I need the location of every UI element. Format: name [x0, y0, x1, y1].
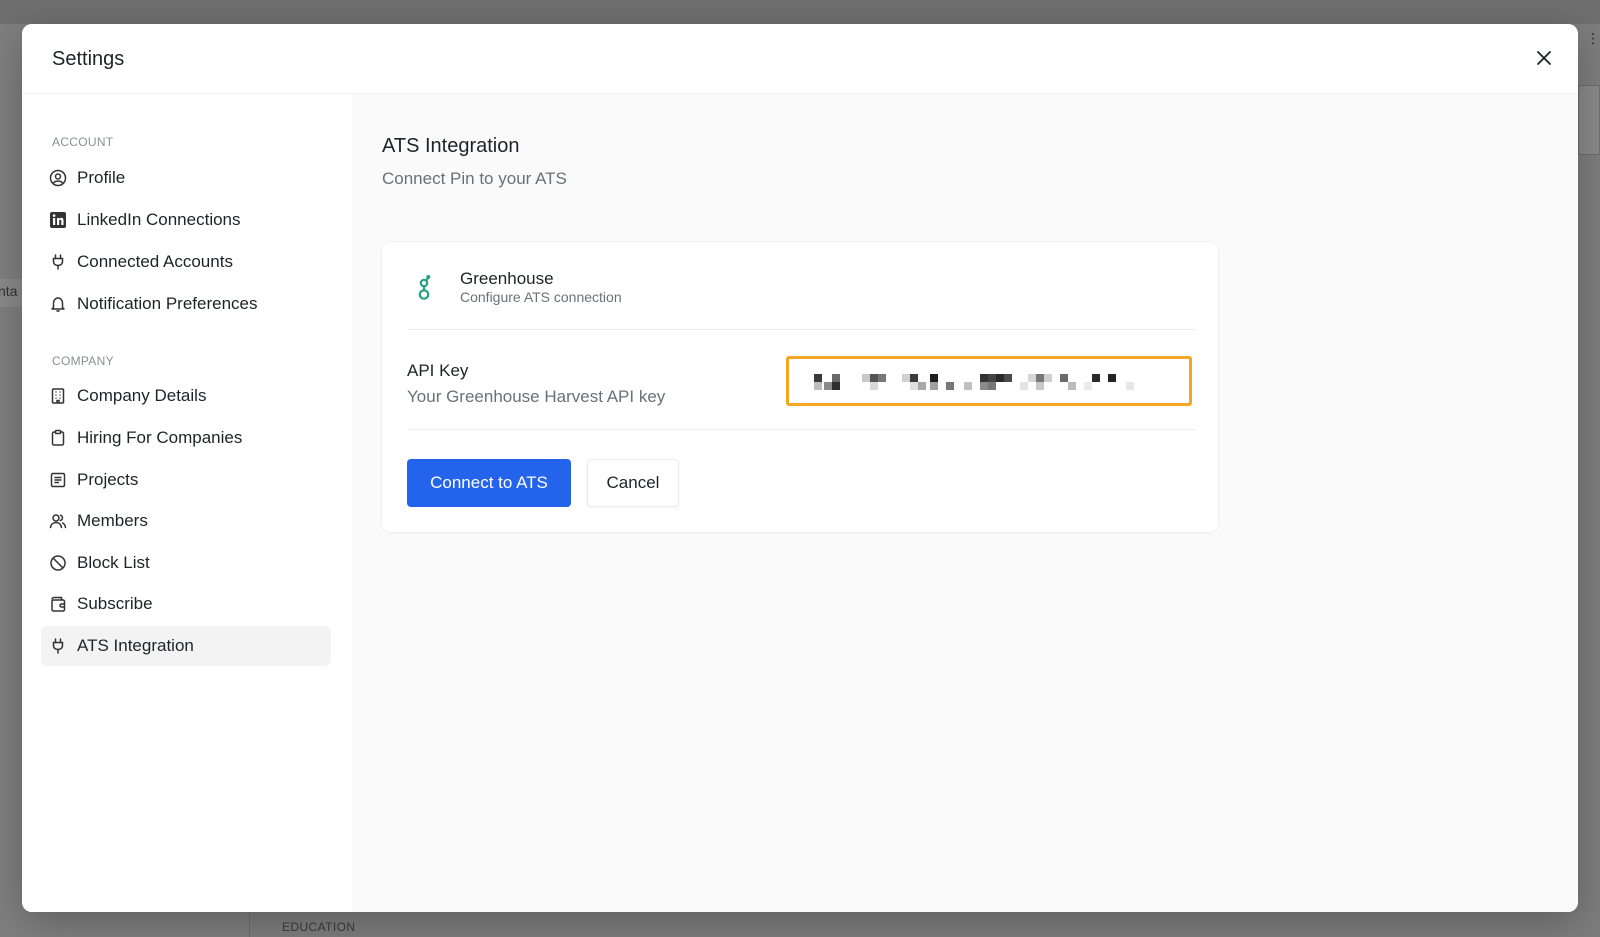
modal-header: Settings: [22, 24, 1578, 94]
ban-icon: [49, 554, 67, 572]
background-panel: [1578, 85, 1600, 155]
sidebar-item-label: Connected Accounts: [77, 252, 233, 271]
sidebar-item-linkedin-connections[interactable]: LinkedIn Connections: [41, 200, 331, 240]
plug-icon: [49, 253, 67, 271]
settings-content: ATS Integration Connect Pin to your ATS …: [352, 95, 1578, 912]
sidebar-item-label: Hiring For Companies: [77, 428, 243, 447]
background-section-label: EDUCATION: [282, 920, 356, 934]
sidebar-item-hiring-for-companies[interactable]: Hiring For Companies: [41, 418, 331, 458]
ats-card: Greenhouse Configure ATS connection API …: [382, 242, 1218, 532]
sidebar-item-label: Projects: [77, 470, 139, 489]
sidebar-item-label: Block List: [77, 553, 150, 572]
page-title: ATS Integration: [382, 135, 520, 157]
bell-icon: [49, 295, 67, 313]
api-key-label: API Key: [407, 361, 469, 380]
provider-description: Configure ATS connection: [460, 289, 622, 305]
users-icon: [49, 512, 67, 530]
close-icon: [1537, 51, 1551, 65]
background-fragment: nta: [0, 279, 22, 307]
close-button[interactable]: [1532, 46, 1556, 70]
sidebar-item-label: Subscribe: [77, 594, 153, 613]
divider: [407, 329, 1195, 330]
settings-modal: Settings ACCOUNT Profile LinkedIn Connec…: [22, 24, 1578, 912]
sidebar-item-label: Notification Preferences: [77, 294, 258, 313]
sidebar-item-ats-integration[interactable]: ATS Integration: [41, 626, 331, 666]
list-icon: [49, 471, 67, 489]
clipboard-icon: [49, 429, 67, 447]
background-topbar: [0, 0, 1600, 24]
sidebar-item-label: ATS Integration: [77, 636, 194, 655]
linkedin-icon: [49, 211, 67, 229]
sidebar-item-label: Company Details: [77, 386, 207, 405]
sidebar-item-projects[interactable]: Projects: [41, 460, 331, 500]
nav-section-account: ACCOUNT: [52, 135, 114, 149]
sidebar-item-subscribe[interactable]: Subscribe: [41, 584, 331, 624]
user-circle-icon: [49, 169, 67, 187]
greenhouse-logo-icon: [418, 274, 431, 300]
sidebar-item-members[interactable]: Members: [41, 501, 331, 541]
sidebar-item-company-details[interactable]: Company Details: [41, 376, 331, 416]
sidebar-item-profile[interactable]: Profile: [41, 158, 331, 198]
connect-to-ats-button[interactable]: Connect to ATS: [407, 459, 571, 507]
api-key-help: Your Greenhouse Harvest API key: [407, 387, 666, 406]
page-subtitle: Connect Pin to your ATS: [382, 169, 567, 188]
wallet-icon: [49, 595, 67, 613]
divider: [407, 429, 1195, 430]
building-icon: [49, 387, 67, 405]
sidebar-item-notification-preferences[interactable]: Notification Preferences: [41, 284, 331, 324]
nav-section-company: COMPANY: [52, 354, 114, 368]
plug-icon: [49, 637, 67, 655]
sidebar-item-block-list[interactable]: Block List: [41, 543, 331, 583]
api-key-input[interactable]: [786, 356, 1192, 406]
sidebar-item-label: LinkedIn Connections: [77, 210, 241, 229]
modal-title: Settings: [52, 48, 125, 70]
settings-sidebar: ACCOUNT Profile LinkedIn Connections Con…: [22, 95, 352, 912]
sidebar-item-label: Profile: [77, 168, 126, 187]
cancel-button[interactable]: Cancel: [587, 459, 679, 507]
sidebar-item-connected-accounts[interactable]: Connected Accounts: [41, 242, 331, 282]
sidebar-item-label: Members: [77, 511, 148, 530]
more-icon: ⋮: [1586, 30, 1600, 46]
provider-name: Greenhouse: [460, 269, 554, 288]
